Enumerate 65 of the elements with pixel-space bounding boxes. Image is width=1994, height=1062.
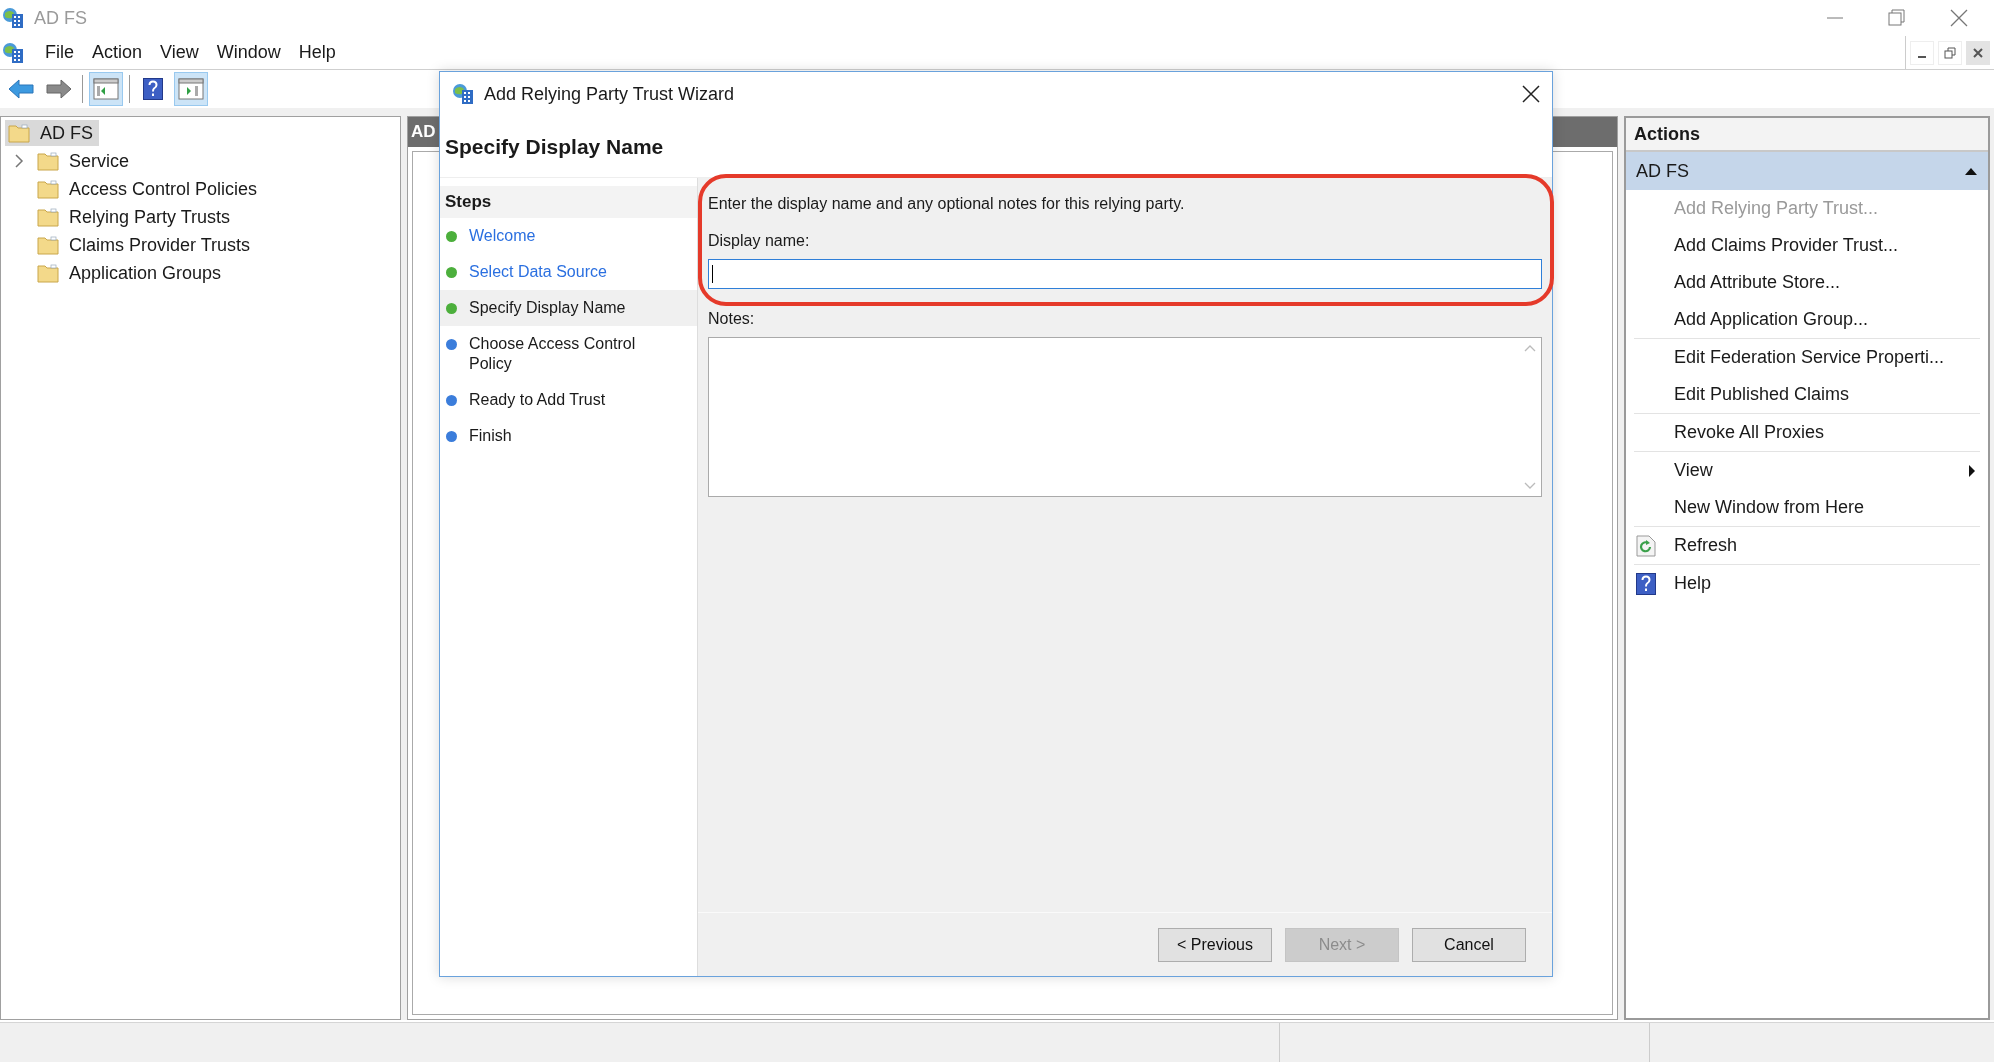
action-pane-icon — [178, 78, 204, 100]
task-link[interactable]: Revoke All Proxies — [1634, 414, 1980, 451]
tree-item[interactable]: AD FS — [5, 120, 99, 146]
restore-icon[interactable] — [1888, 9, 1906, 27]
folder-icon — [37, 179, 59, 199]
tree-item[interactable]: Service — [37, 147, 130, 175]
menu-item[interactable]: Action — [83, 39, 152, 66]
folder-icon — [37, 151, 59, 171]
steps-header: Steps — [440, 186, 697, 218]
wizard-step[interactable]: Select Data Source — [440, 254, 697, 290]
folder-icon — [37, 207, 59, 227]
menu-item[interactable]: View — [151, 39, 208, 66]
refresh-icon — [1636, 534, 1656, 557]
task-link[interactable]: Help — [1634, 565, 1980, 602]
actions-title: Actions — [1626, 118, 1988, 152]
window-title: AD FS — [34, 6, 87, 30]
task-link[interactable]: Refresh — [1634, 527, 1980, 564]
chevron-icon[interactable] — [14, 154, 24, 168]
wizard-step: Specify Display Name — [440, 290, 697, 326]
wizard-button[interactable]: < Previous — [1158, 927, 1272, 962]
tree-item[interactable]: Claims Provider Trusts — [37, 231, 251, 259]
task-link[interactable]: View — [1634, 452, 1980, 489]
forward-arrow-icon — [46, 79, 72, 99]
instruction-text: Enter the display name and any optional notes for this relying party. — [708, 194, 1186, 214]
restore-icon — [1944, 46, 1956, 59]
task-link[interactable]: Edit Federation Service Properti... — [1634, 339, 1980, 376]
help-icon — [1636, 572, 1656, 595]
menu-item[interactable]: File — [36, 39, 83, 66]
menu-item[interactable]: Window — [207, 39, 290, 66]
task-link[interactable]: Add Attribute Store... — [1634, 264, 1980, 301]
child-close-button[interactable] — [1966, 40, 1990, 65]
task-link[interactable]: New Window from Here — [1634, 489, 1980, 526]
scroll-up-icon — [1524, 344, 1536, 352]
collapse-icon — [1964, 166, 1978, 176]
tree-item[interactable]: Application Groups — [37, 259, 222, 287]
dialog-title: Add Relying Party Trust Wizard — [484, 82, 735, 106]
task-link[interactable]: Edit Published Claims — [1634, 376, 1980, 413]
close-icon — [1973, 47, 1983, 58]
wizard-step[interactable]: Welcome — [440, 218, 697, 254]
folder-icon — [37, 235, 59, 255]
close-icon[interactable] — [1522, 85, 1540, 103]
tree-item[interactable]: Relying Party Trusts — [37, 203, 231, 231]
task-link[interactable]: Add Claims Provider Trust... — [1634, 227, 1980, 264]
tree-item[interactable]: Access Control Policies — [37, 175, 258, 203]
wizard-step: Choose Access Control Policy — [440, 326, 697, 382]
display-name-field[interactable] — [708, 259, 1542, 289]
folder-icon — [37, 263, 59, 283]
notes-field[interactable] — [708, 337, 1542, 497]
wizard-button[interactable]: Cancel — [1412, 927, 1526, 962]
wizard-step: Finish — [440, 418, 697, 454]
minimize-icon — [1918, 55, 1926, 58]
folder-icon — [8, 123, 30, 143]
wizard-step: Ready to Add Trust — [440, 382, 697, 418]
field-label: Display name: — [708, 231, 811, 251]
app-icon — [452, 82, 476, 106]
console-tree-icon — [93, 78, 119, 100]
field-label: Notes: — [708, 309, 756, 329]
child-minimize-button[interactable] — [1910, 40, 1934, 65]
submenu-arrow-icon — [1968, 463, 1976, 478]
actions-section-header[interactable]: AD FS — [1626, 152, 1988, 190]
help-icon — [143, 78, 163, 100]
task-link[interactable]: Add Application Group... — [1634, 301, 1980, 338]
menu-item[interactable]: Help — [289, 39, 345, 66]
back-arrow-icon — [8, 79, 34, 99]
scroll-down-icon — [1524, 482, 1536, 490]
